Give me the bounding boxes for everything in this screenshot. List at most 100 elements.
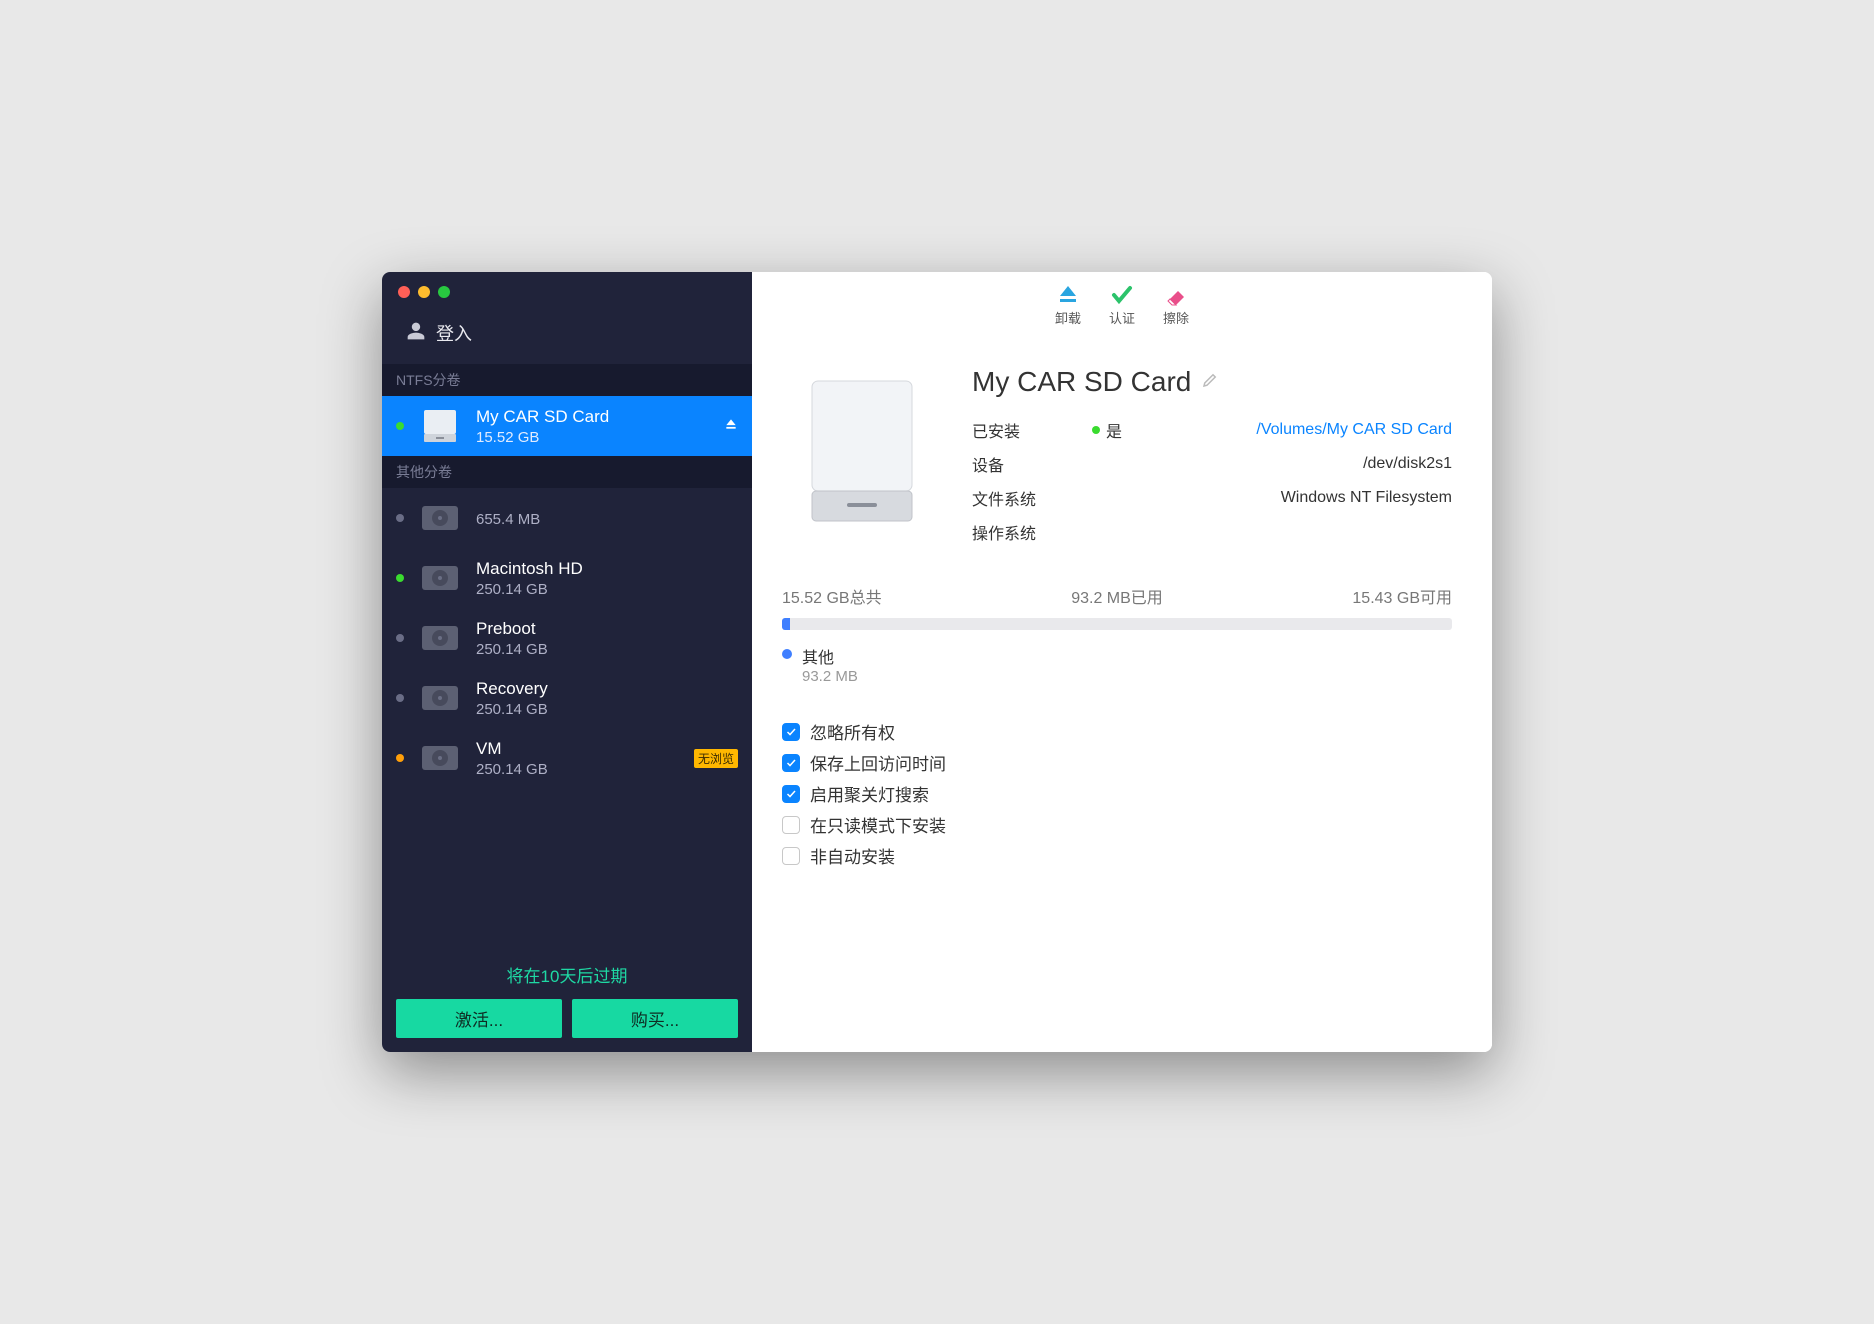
main-panel: 卸载 认证 擦除: [752, 272, 1492, 1052]
status-dot-icon: [396, 574, 404, 582]
volume-size: 655.4 MB: [476, 511, 540, 528]
checkbox-icon[interactable]: [782, 723, 800, 741]
unmount-label: 卸载: [1055, 308, 1081, 327]
user-icon: [406, 321, 426, 346]
status-dot-icon: [396, 754, 404, 762]
status-dot-icon: [396, 634, 404, 642]
space-category-other: 其他 93.2 MB: [782, 644, 1452, 685]
other-section-header: 其他分卷: [382, 456, 752, 488]
checkbox-icon[interactable]: [782, 785, 800, 803]
external-drive-icon: [418, 406, 462, 446]
no-browse-badge: 无浏览: [694, 749, 738, 768]
activate-button[interactable]: 激活...: [396, 999, 562, 1038]
option-label: 在只读模式下安装: [810, 812, 946, 837]
space-usage-section: 15.52 GB总共 93.2 MB已用 15.43 GB可用 其他 93.2 …: [782, 584, 1452, 685]
content-area: My CAR SD Card 已安装 是 /Volumes/My CAR SD …: [752, 336, 1492, 888]
internal-drive-icon: [418, 498, 462, 538]
sidebar-volume-unnamed[interactable]: 655.4 MB: [382, 488, 752, 548]
sidebar-volume-macintosh-hd[interactable]: Macintosh HD 250.14 GB: [382, 548, 752, 608]
erase-button[interactable]: 擦除: [1163, 284, 1189, 327]
mounted-value: 是: [1106, 418, 1122, 442]
option-ignore-ownership[interactable]: 忽略所有权: [782, 719, 1452, 744]
mount-path-link[interactable]: /Volumes/My CAR SD Card: [1172, 421, 1452, 439]
maximize-window-button[interactable]: [438, 286, 450, 298]
mounted-status: 是: [1092, 418, 1172, 442]
volume-text: My CAR SD Card 15.52 GB: [476, 407, 609, 446]
volume-text: Macintosh HD 250.14 GB: [476, 559, 583, 598]
login-button[interactable]: 登入: [382, 308, 752, 364]
login-label: 登入: [436, 320, 472, 346]
sidebar-footer: 将在10天后过期 激活... 购买...: [382, 948, 752, 1052]
unmount-button[interactable]: 卸载: [1055, 284, 1081, 327]
volume-text: 655.4 MB: [476, 509, 540, 528]
volume-size: 250.14 GB: [476, 761, 548, 778]
option-spotlight-search[interactable]: 启用聚关灯搜索: [782, 781, 1452, 806]
filesystem-label: 文件系统: [972, 486, 1092, 510]
status-dot-icon: [396, 694, 404, 702]
volume-text: Preboot 250.14 GB: [476, 619, 548, 658]
mounted-label: 已安装: [972, 418, 1092, 442]
category-name: 其他: [802, 644, 858, 668]
verify-button[interactable]: 认证: [1109, 284, 1135, 327]
volume-details: My CAR SD Card 已安装 是 /Volumes/My CAR SD …: [972, 366, 1452, 544]
erase-label: 擦除: [1163, 308, 1189, 327]
category-dot-icon: [782, 649, 792, 659]
option-readonly-mount[interactable]: 在只读模式下安装: [782, 812, 1452, 837]
volume-text: VM 250.14 GB: [476, 739, 548, 778]
space-progress-bar: [782, 618, 1452, 630]
minimize-window-button[interactable]: [418, 286, 430, 298]
device-label: 设备: [972, 452, 1092, 476]
eject-button[interactable]: [724, 417, 738, 436]
mount-options: 忽略所有权 保存上回访问时间 启用聚关灯搜索 在只读模式下安装 非自动安装: [782, 719, 1452, 868]
internal-drive-icon: [418, 678, 462, 718]
internal-drive-icon: [418, 738, 462, 778]
internal-drive-icon: [418, 618, 462, 658]
status-dot-icon: [396, 422, 404, 430]
option-label: 忽略所有权: [810, 719, 895, 744]
toolbar: 卸载 认证 擦除: [752, 272, 1492, 336]
sidebar-volume-vm[interactable]: VM 250.14 GB 无浏览: [382, 728, 752, 788]
volume-text: Recovery 250.14 GB: [476, 679, 548, 718]
space-progress-fill: [782, 618, 790, 630]
edit-name-button[interactable]: [1201, 371, 1219, 394]
volume-size: 250.14 GB: [476, 581, 583, 598]
space-total: 15.52 GB总共: [782, 584, 882, 608]
volume-name: Preboot: [476, 619, 548, 639]
filesystem-value: Windows NT Filesystem: [1172, 489, 1452, 507]
space-free: 15.43 GB可用: [1352, 584, 1452, 608]
checkbox-icon[interactable]: [782, 754, 800, 772]
os-label: 操作系统: [972, 520, 1092, 544]
app-window: 登入 NTFS分卷 My CAR SD Card 15.52 GB 其他分卷: [382, 272, 1492, 1052]
sidebar: 登入 NTFS分卷 My CAR SD Card 15.52 GB 其他分卷: [382, 272, 752, 1052]
checkbox-icon[interactable]: [782, 847, 800, 865]
status-dot-icon: [396, 514, 404, 522]
eraser-icon: [1163, 284, 1189, 306]
status-dot-icon: [1092, 426, 1100, 434]
sidebar-volume-recovery[interactable]: Recovery 250.14 GB: [382, 668, 752, 728]
trial-expiry-text: 将在10天后过期: [396, 962, 738, 987]
close-window-button[interactable]: [398, 286, 410, 298]
option-no-automount[interactable]: 非自动安装: [782, 843, 1452, 868]
checkbox-icon[interactable]: [782, 816, 800, 834]
option-label: 启用聚关灯搜索: [810, 781, 929, 806]
volume-name: VM: [476, 739, 548, 759]
volume-size: 250.14 GB: [476, 701, 548, 718]
volume-name: My CAR SD Card: [476, 407, 609, 427]
check-icon: [1109, 284, 1135, 306]
volume-name: Macintosh HD: [476, 559, 583, 579]
volume-name: Recovery: [476, 679, 548, 699]
option-save-access-time[interactable]: 保存上回访问时间: [782, 750, 1452, 775]
space-used: 93.2 MB已用: [1071, 584, 1163, 608]
buy-button[interactable]: 购买...: [572, 999, 738, 1038]
window-controls: [382, 272, 752, 308]
eject-icon: [1055, 284, 1081, 306]
volume-size: 250.14 GB: [476, 641, 548, 658]
option-label: 保存上回访问时间: [810, 750, 946, 775]
category-size: 93.2 MB: [802, 668, 858, 685]
volume-title: My CAR SD Card: [972, 366, 1191, 398]
sidebar-volume-sdcard[interactable]: My CAR SD Card 15.52 GB: [382, 396, 752, 456]
volume-size: 15.52 GB: [476, 429, 609, 446]
ntfs-section-header: NTFS分卷: [382, 364, 752, 396]
sidebar-volume-preboot[interactable]: Preboot 250.14 GB: [382, 608, 752, 668]
option-label: 非自动安装: [810, 843, 895, 868]
